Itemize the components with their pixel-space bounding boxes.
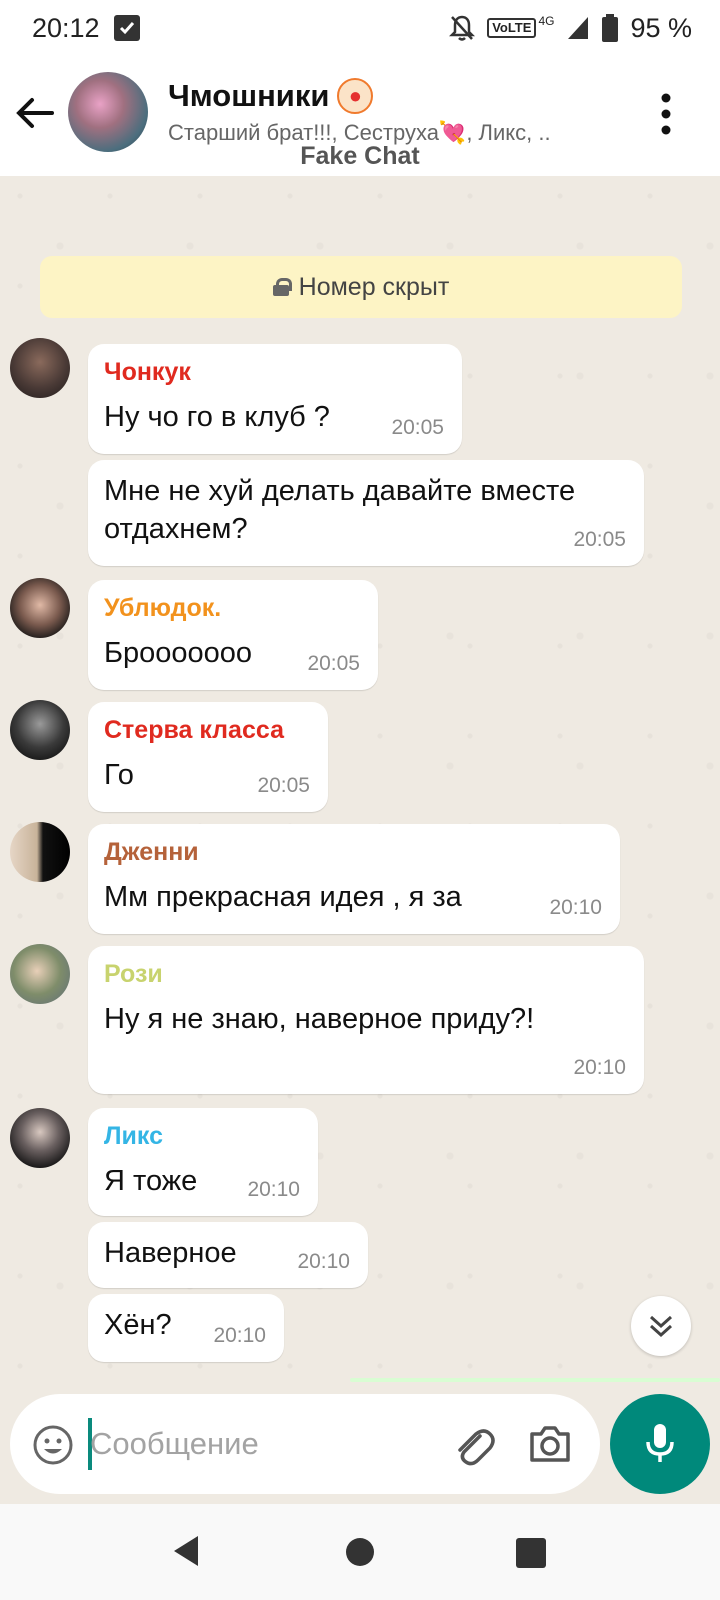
- avatar[interactable]: [10, 822, 70, 882]
- message-text: Брооооооо: [104, 637, 253, 669]
- message-sender: Рози: [104, 960, 163, 988]
- volte-badge: VoLTE: [487, 18, 537, 38]
- group-title-text: Чмошники: [168, 78, 330, 113]
- avatar[interactable]: [10, 1108, 70, 1168]
- number-hidden-notice: Номер скрыт: [40, 256, 682, 318]
- message-text: Мне не хуй делать давайте вместе: [104, 475, 576, 507]
- nav-back-icon[interactable]: [170, 1534, 202, 1568]
- scroll-to-bottom-button[interactable]: [631, 1296, 691, 1356]
- network-gen-label: 4G: [538, 14, 555, 28]
- message-bubble[interactable]: Рози Ну я не знаю, наверное приду?! 20:1…: [88, 946, 644, 1094]
- message-bubble[interactable]: Ликс Я тоже 20:10: [88, 1108, 318, 1216]
- message-text: Ну я не знаю, наверное приду?!: [104, 1003, 535, 1035]
- message-sender: Чонкук: [104, 358, 191, 386]
- message-bubble[interactable]: Хён? 20:10: [88, 1294, 284, 1362]
- status-bar: 20:12 VoLTE 4G 95 %: [0, 0, 720, 56]
- message-bubble[interactable]: Чонкук Ну чо го в клуб ? 20:05: [88, 344, 462, 454]
- message-time: 20:10: [549, 896, 602, 919]
- message-input[interactable]: [90, 1416, 420, 1472]
- bell-off-icon: [449, 15, 476, 41]
- battery-icon: [602, 14, 619, 42]
- system-nav-bar: [0, 1504, 720, 1600]
- message-bubble[interactable]: Дженни Мм прекрасная идея , я за 20:10: [88, 824, 620, 934]
- chat-area[interactable]: Номер скрыт Чонкук Ну чо го в клуб ? 20:…: [0, 176, 720, 1400]
- chat-header: Чмошники ● Старший брат!!!, Сеструха💘, Л…: [0, 56, 720, 176]
- message-text: Я тоже: [104, 1165, 198, 1197]
- nav-home-icon[interactable]: [346, 1538, 374, 1566]
- group-title[interactable]: Чмошники ●: [168, 78, 374, 114]
- message-time: 20:05: [257, 774, 310, 797]
- message-sender: Ублюдок.: [104, 594, 222, 622]
- watermark-label: Fake Chat: [300, 142, 420, 170]
- message-sender: Дженни: [104, 838, 199, 866]
- message-bubble[interactable]: Стерва класса Го 20:05: [88, 702, 328, 812]
- message-time: 20:05: [307, 652, 360, 675]
- message-time: 20:10: [297, 1250, 350, 1273]
- camera-icon[interactable]: [528, 1424, 572, 1464]
- notice-text: Номер скрыт: [298, 272, 450, 301]
- nav-recents-icon[interactable]: [516, 1538, 546, 1568]
- message-bubble[interactable]: Наверное 20:10: [88, 1222, 368, 1288]
- message-sender: Стерва класса: [104, 716, 284, 744]
- checkbox-notification-icon: [113, 15, 140, 41]
- message-time: 20:05: [573, 528, 626, 551]
- emoji-icon[interactable]: [32, 1424, 74, 1466]
- message-text: Мм прекрасная идея , я за: [104, 881, 462, 913]
- message-bubble[interactable]: Мне не хуй делать давайте вместе отдахне…: [88, 460, 644, 566]
- message-time: 20:10: [573, 1056, 626, 1079]
- group-avatar[interactable]: [68, 72, 148, 152]
- double-chevron-down-icon: [649, 1315, 673, 1338]
- message-time: 20:10: [213, 1324, 266, 1347]
- message-text: Хён?: [104, 1309, 172, 1341]
- avatar[interactable]: [10, 338, 70, 398]
- avatar[interactable]: [10, 700, 70, 760]
- paperclip-icon[interactable]: [450, 1422, 496, 1468]
- voice-record-button[interactable]: [610, 1394, 710, 1494]
- clown-emoji-icon: ●: [337, 78, 374, 114]
- avatar[interactable]: [10, 944, 70, 1004]
- message-text: Наверное: [104, 1237, 237, 1269]
- signal-icon: [568, 17, 589, 39]
- message-time: 20:05: [391, 416, 444, 439]
- message-text: отдахнем?: [104, 513, 248, 545]
- message-bubble[interactable]: Ублюдок. Брооооооо 20:05: [88, 580, 378, 690]
- message-sender: Ликс: [104, 1122, 163, 1150]
- outgoing-message-edge: [350, 1378, 720, 1382]
- message-input-bar: [10, 1394, 600, 1494]
- avatar[interactable]: [10, 578, 70, 638]
- status-time: 20:12: [32, 12, 100, 43]
- message-text: Ну чо го в клуб ?: [104, 401, 330, 433]
- more-options-icon[interactable]: [660, 92, 672, 136]
- microphone-icon: [646, 1424, 674, 1462]
- back-arrow-icon[interactable]: [14, 92, 56, 134]
- message-text: Го: [104, 759, 134, 791]
- message-time: 20:10: [247, 1178, 300, 1201]
- battery-percent: 95 %: [630, 12, 692, 43]
- lock-icon: [272, 278, 292, 296]
